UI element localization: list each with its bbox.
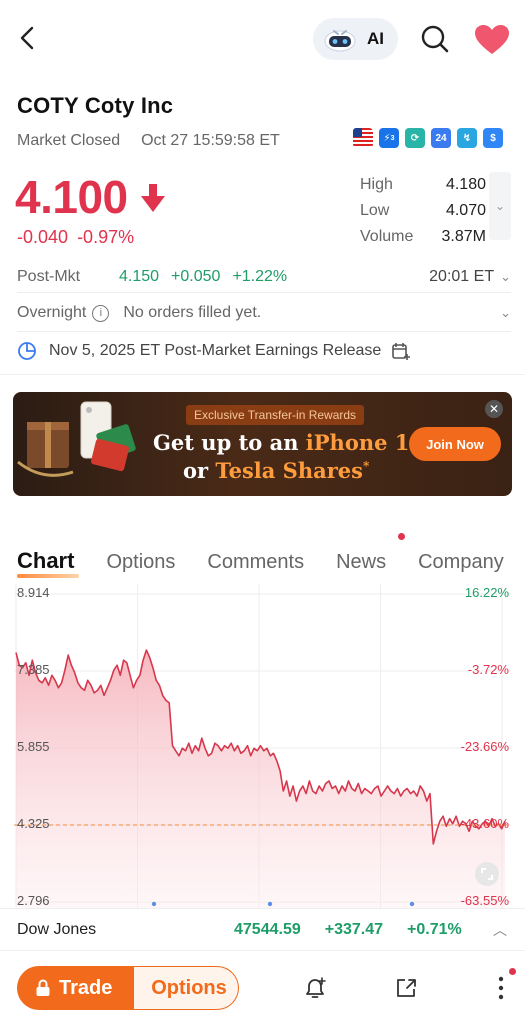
stat-label: Volume	[360, 228, 414, 245]
overnight-row[interactable]: Overnight i No orders filled yet. ⌄	[17, 300, 511, 326]
options-button[interactable]: Options	[134, 966, 239, 1010]
price-stats: High 4.180 Low 4.070 Volume 3.87M	[360, 172, 486, 250]
post-market-label: Post-Mkt	[17, 268, 81, 285]
lock-icon	[36, 979, 50, 996]
overnight-message: No orders filled yet.	[123, 304, 262, 321]
time-marker-dot	[267, 901, 273, 907]
y-axis-tick-left: 2.796	[17, 893, 50, 908]
bottom-action-bar: Trade Options	[0, 950, 525, 1024]
close-icon[interactable]: ✕	[485, 400, 503, 418]
expand-stats-chevron-icon[interactable]: ⌄	[489, 172, 511, 240]
change-value: -0.040	[17, 227, 69, 247]
time-marker-dot	[151, 901, 157, 907]
market-status-label: Market Closed	[17, 132, 121, 149]
index-name: Dow Jones	[17, 920, 97, 938]
intraday-price-chart[interactable]	[14, 584, 511, 909]
banner-tag: Exclusive Transfer-in Rewards	[186, 405, 365, 425]
fullscreen-icon[interactable]	[475, 862, 499, 886]
info-icon[interactable]: i	[92, 304, 110, 322]
stat-value: 3.87M	[441, 228, 486, 245]
post-market-price: 4.150	[119, 268, 160, 285]
stat-low: Low 4.070	[360, 198, 486, 224]
section-tabs: Chart Options Comments News Company	[17, 540, 525, 578]
chevron-up-icon[interactable]: ︿	[493, 920, 507, 940]
overnight-label: Overnight	[17, 304, 87, 321]
y-axis-tick-right: 16.22%	[464, 585, 509, 600]
stat-volume: Volume 3.87M	[360, 224, 486, 250]
section-divider	[0, 374, 525, 375]
ai-assistant-button[interactable]: AI	[313, 18, 398, 60]
robot-icon	[324, 30, 356, 52]
market-status: Market Closed Oct 27 15:59:58 ET	[17, 132, 280, 150]
news-notification-dot	[398, 533, 405, 540]
24-hour-icon[interactable]: 24	[431, 128, 451, 148]
cycle-icon[interactable]: ⟳	[405, 128, 425, 148]
chevron-down-icon: ⌄	[500, 305, 511, 320]
stat-high: High 4.180	[360, 172, 486, 198]
price-change: -0.040 -0.97%	[17, 227, 134, 248]
tab-chart[interactable]: Chart	[17, 548, 80, 578]
tab-comments[interactable]: Comments	[207, 551, 304, 574]
chart-badge-icon[interactable]: ↯	[457, 128, 477, 148]
price-alert-bell-icon[interactable]	[302, 975, 328, 1001]
share-icon[interactable]	[394, 975, 420, 1001]
join-now-button[interactable]: Join Now	[409, 427, 501, 461]
stat-value: 4.070	[445, 202, 486, 219]
change-percent: -0.97%	[77, 227, 135, 247]
gift-illustration	[17, 401, 136, 477]
index-ticker-strip[interactable]: Dow Jones 47544.59 +337.47 +0.71% ︿	[0, 908, 525, 950]
favorite-heart-icon[interactable]	[474, 24, 510, 56]
y-axis-tick-right: -3.72%	[467, 662, 509, 677]
post-market-change: +0.050	[171, 268, 221, 285]
price-area-fill	[16, 650, 505, 909]
post-market-row[interactable]: Post-Mkt 4.150 +0.050 +1.22% 20:01 ET ⌄	[17, 262, 511, 292]
dollar-icon[interactable]: $	[483, 128, 503, 148]
add-to-calendar-icon[interactable]	[391, 341, 411, 361]
y-axis-tick-left: 4.325	[17, 816, 50, 831]
y-axis-tick-left: 5.855	[17, 739, 50, 754]
market-timestamp: Oct 27 15:59:58 ET	[141, 132, 280, 149]
pie-clock-icon	[18, 342, 36, 360]
stat-value: 4.180	[445, 176, 486, 193]
y-axis-tick-right: -63.55%	[460, 893, 509, 908]
divider	[17, 331, 511, 332]
index-change: +337.47	[324, 920, 384, 938]
last-price: 4.100	[15, 171, 128, 223]
time-marker-dot	[409, 901, 415, 907]
ai-label: AI	[367, 29, 384, 48]
stat-label: Low	[360, 202, 390, 219]
earnings-row[interactable]: Nov 5, 2025 ET Post-Market Earnings Rele…	[17, 341, 411, 361]
more-options-icon[interactable]	[495, 974, 507, 1002]
trade-button[interactable]: Trade	[17, 966, 161, 1010]
tab-news[interactable]: News	[336, 551, 386, 574]
y-axis-tick-right: -43.60%	[460, 816, 509, 831]
us-flag-icon[interactable]	[353, 128, 373, 148]
y-axis-tick-left: 8.914	[17, 585, 50, 600]
search-icon[interactable]	[420, 24, 450, 54]
y-axis-tick-right: -23.66%	[460, 739, 509, 754]
more-notification-dot	[509, 968, 516, 975]
market-badges: ⚡ 3 ⟳ 24 ↯ $	[353, 128, 503, 148]
earnings-text: Nov 5, 2025 ET Post-Market Earnings Rele…	[49, 342, 382, 359]
tab-company[interactable]: Company	[418, 551, 504, 574]
banner-headline-line1: Get up to an iPhone 16*	[153, 430, 430, 455]
chevron-down-icon: ⌄	[500, 269, 511, 284]
down-arrow-icon	[141, 184, 165, 212]
post-market-time: 20:01 ET	[429, 268, 495, 285]
lightning-3-icon[interactable]: ⚡ 3	[379, 128, 399, 148]
index-value: 47544.59	[234, 920, 301, 938]
tab-options[interactable]: Options	[106, 551, 175, 574]
index-change-percent: +0.71%	[407, 920, 462, 938]
top-bar: AI	[0, 0, 525, 80]
trade-label: Trade	[59, 976, 113, 999]
promo-banner[interactable]: Exclusive Transfer-in Rewards Get up to …	[13, 392, 512, 496]
divider	[17, 292, 511, 293]
stock-title: COTY Coty Inc	[17, 93, 174, 118]
back-arrow-icon[interactable]	[14, 24, 42, 52]
banner-headline-line2: or Tesla Shares*	[183, 458, 370, 483]
stat-label: High	[360, 176, 393, 193]
y-axis-tick-left: 7.385	[17, 662, 50, 677]
post-market-change-percent: +1.22%	[232, 268, 288, 285]
